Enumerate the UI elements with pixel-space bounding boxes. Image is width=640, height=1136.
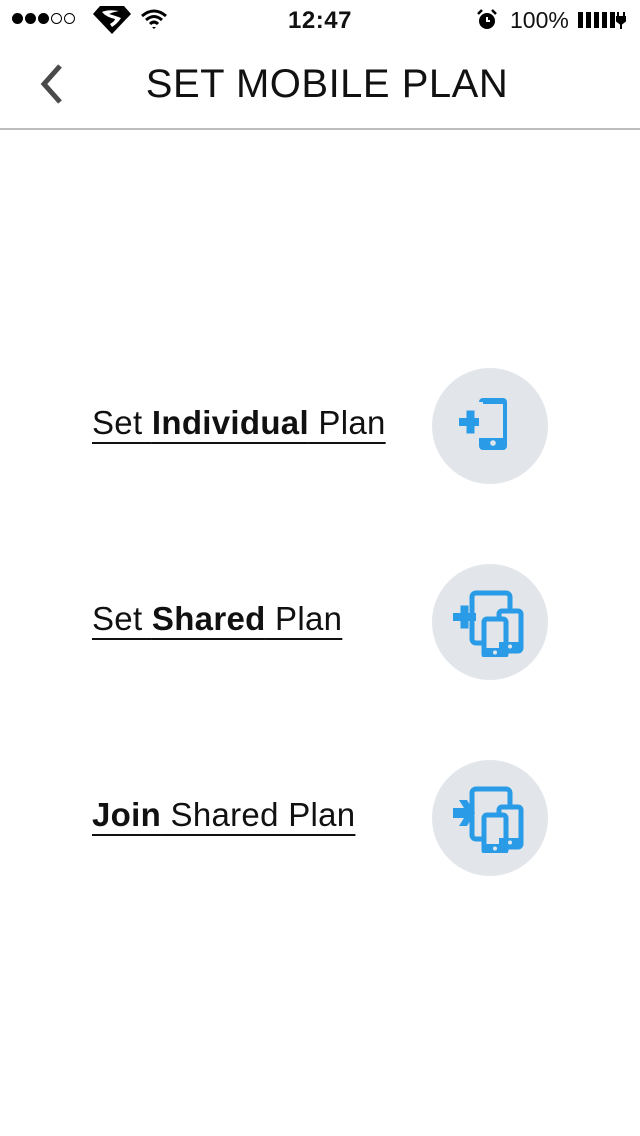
status-bar: 12:47 100% — [0, 0, 640, 40]
battery-percentage: 100% — [510, 7, 569, 33]
set-shared-plan-link[interactable]: Set Shared Plan — [92, 600, 342, 638]
label-bold: Join — [92, 796, 162, 833]
navigation-bar: SET MOBILE PLAN — [0, 40, 640, 130]
option-join-shared-plan: Join Shared Plan — [0, 758, 640, 878]
set-individual-plan-button[interactable] — [432, 368, 548, 484]
join-multiple-devices-icon — [453, 786, 524, 853]
join-shared-plan-link[interactable]: Join Shared Plan — [92, 796, 355, 834]
label-bold: Individual — [151, 404, 309, 441]
join-shared-plan-button[interactable] — [432, 760, 548, 876]
alarm-clock-icon — [477, 9, 497, 29]
label-prefix: Set — [92, 404, 152, 441]
label-suffix: Plan — [265, 600, 343, 637]
option-set-individual-plan: Set Individual Plan — [0, 366, 640, 486]
set-individual-plan-link[interactable]: Set Individual Plan — [92, 404, 386, 442]
add-phone-icon — [459, 398, 507, 450]
label-prefix: Set — [92, 600, 152, 637]
set-shared-plan-button[interactable] — [432, 564, 548, 680]
page-title: SET MOBILE PLAN — [145, 62, 509, 106]
label-suffix: Shared Plan — [161, 796, 356, 833]
add-multiple-devices-icon — [453, 590, 524, 657]
option-set-shared-plan: Set Shared Plan — [0, 562, 640, 682]
label-suffix: Plan — [308, 404, 386, 441]
battery-charging-icon — [578, 12, 626, 29]
label-bold: Shared — [151, 600, 266, 637]
